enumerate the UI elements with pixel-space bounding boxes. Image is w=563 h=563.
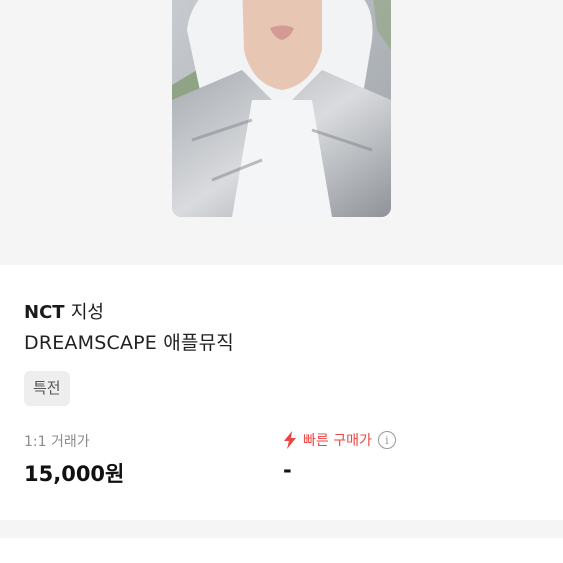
tag-chip[interactable]: 특전 [24, 371, 70, 406]
trade-price-label: 1:1 거래가 [24, 434, 90, 450]
photocard-image[interactable] [172, 0, 391, 217]
fast-buy-label: 빠른 구매가 [303, 433, 372, 449]
trade-price-value: 15,000원 [24, 462, 125, 486]
member-name: 지성 [70, 302, 104, 323]
product-image-area [0, 0, 563, 265]
fast-buy-price-value: - [283, 458, 292, 482]
album-title: DREAMSCAPE 애플뮤직 [24, 332, 234, 354]
section-divider [0, 520, 563, 538]
artist-title: NCT 지성 [24, 298, 104, 324]
lightning-bolt-icon [284, 431, 296, 449]
fast-buy-label-row: 빠른 구매가 i [283, 430, 396, 450]
info-circle-icon[interactable]: i [377, 431, 396, 449]
artist-name: NCT [24, 302, 65, 323]
